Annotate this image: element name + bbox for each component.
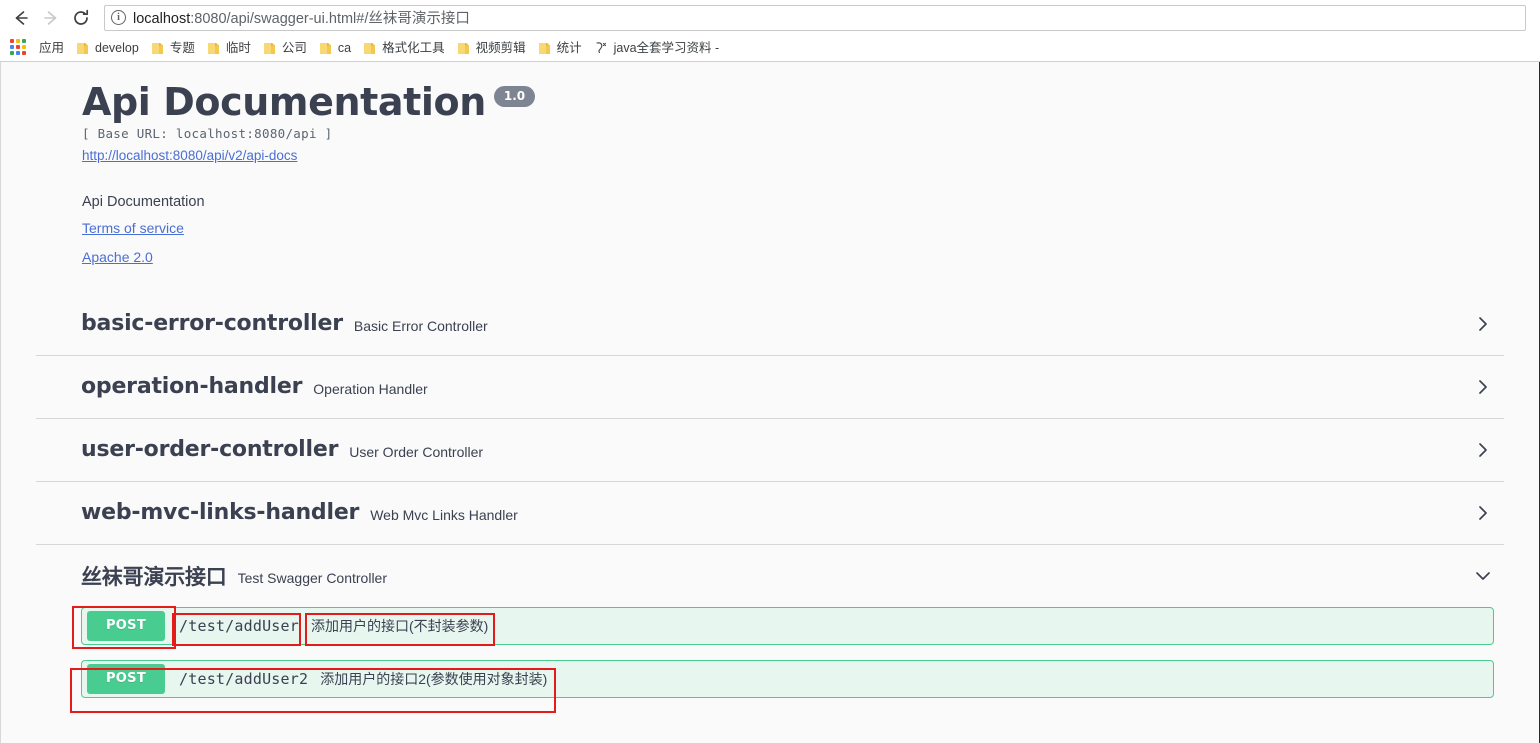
tag-name: 丝袜哥演示接口 <box>81 564 227 589</box>
chevron-down-icon[interactable] <box>1472 565 1494 587</box>
terms-of-service-link[interactable]: Terms of service <box>82 220 1539 236</box>
chevron-right-icon[interactable] <box>1472 376 1494 398</box>
tag-name: operation-handler <box>81 374 303 400</box>
bookmark-item-apps[interactable]: 应用 <box>34 40 69 57</box>
folder-icon <box>263 42 276 55</box>
address-bar[interactable]: i localhost:8080/api/swagger-ui.html#/丝袜… <box>104 4 1526 31</box>
chevron-right-icon[interactable] <box>1472 313 1494 335</box>
tag-description: Test Swagger Controller <box>237 569 388 586</box>
tag-section-operation-handler: operation-handler Operation Handler <box>36 356 1504 419</box>
bookmark-item-java-materials[interactable]: java全套学习资料 - <box>589 39 725 57</box>
bookmark-item-linshi[interactable]: 临时 <box>202 40 256 57</box>
operation-row-add-user[interactable]: POST /test/addUser 添加用户的接口(不封装参数) <box>81 606 1494 645</box>
tag-description: User Order Controller <box>349 443 484 460</box>
bookmark-label: java全套学习资料 - <box>613 40 720 55</box>
reload-icon <box>71 8 91 28</box>
folder-icon <box>363 42 376 55</box>
bookmarks-bar: 应用 develop 专题 临时 公司 ca 格式化工具 视频剪辑 统计 jav… <box>0 35 1540 61</box>
bookmark-item-zhuanti[interactable]: 专题 <box>146 40 200 57</box>
operation-list: POST /test/addUser 添加用户的接口(不封装参数) POST /… <box>36 606 1504 698</box>
chevron-right-icon[interactable] <box>1472 439 1494 461</box>
url-host: localhost <box>133 11 191 27</box>
base-url-text: [ Base URL: localhost:8080/api ] <box>82 125 333 141</box>
browser-chrome: i localhost:8080/api/swagger-ui.html#/丝袜… <box>0 0 1540 62</box>
api-docs-link[interactable]: http://localhost:8080/api/v2/api-docs <box>82 148 297 163</box>
tag-header-web-mvc-links-handler[interactable]: web-mvc-links-handler Web Mvc Links Hand… <box>36 482 1504 544</box>
tag-header-operation-handler[interactable]: operation-handler Operation Handler <box>36 356 1504 418</box>
bookmark-label: ca <box>337 40 352 55</box>
bookmark-label: 视频剪辑 <box>475 40 526 55</box>
bookmark-label: 专题 <box>169 40 195 55</box>
operation-summary: 添加用户的接口(不封装参数) <box>311 617 489 634</box>
tag-description: Web Mvc Links Handler <box>370 506 518 523</box>
folder-icon <box>457 42 470 55</box>
browser-toolbar: i localhost:8080/api/swagger-ui.html#/丝袜… <box>0 0 1540 35</box>
tag-header-basic-error-controller[interactable]: basic-error-controller Basic Error Contr… <box>36 293 1504 355</box>
version-badge: 1.0 <box>493 86 536 108</box>
chevron-right-icon[interactable] <box>1472 502 1494 524</box>
apps-grid-icon[interactable] <box>10 39 28 57</box>
api-title-row: Api Documentation 1.0 <box>82 80 1539 125</box>
bookmark-item-gongsi[interactable]: 公司 <box>258 40 312 57</box>
bookmark-label: 应用 <box>39 40 65 55</box>
url-path: :8080/api/swagger-ui.html#/丝袜哥演示接口 <box>190 11 470 27</box>
tag-name: user-order-controller <box>81 437 339 463</box>
forward-button[interactable] <box>36 3 66 33</box>
back-button[interactable] <box>6 3 36 33</box>
bookmark-label: 公司 <box>281 40 307 55</box>
address-bar-text: localhost:8080/api/swagger-ui.html#/丝袜哥演… <box>133 7 470 28</box>
tag-name: basic-error-controller <box>81 311 343 337</box>
bookmark-item-develop[interactable]: develop <box>71 40 144 57</box>
tag-name: web-mvc-links-handler <box>81 500 360 526</box>
operation-row-add-user2[interactable]: POST /test/addUser2 添加用户的接口2(参数使用对象封装) <box>81 659 1494 698</box>
tag-header-test-swagger-controller[interactable]: 丝袜哥演示接口 Test Swagger Controller <box>36 545 1504 607</box>
bookmark-label: 临时 <box>225 40 251 55</box>
arrow-right-icon <box>41 8 61 28</box>
folder-icon <box>538 42 551 55</box>
info-circle-icon[interactable]: i <box>111 10 126 25</box>
bookmark-item-ca[interactable]: ca <box>314 40 356 57</box>
arrow-left-icon <box>11 8 31 28</box>
bookmark-link-icon <box>594 41 608 55</box>
tag-section-test-swagger-controller: 丝袜哥演示接口 Test Swagger Controller POST /te… <box>36 545 1504 698</box>
bookmark-label: 统计 <box>556 40 582 55</box>
operation-summary: 添加用户的接口2(参数使用对象封装) <box>320 670 548 687</box>
folder-icon <box>319 42 332 55</box>
page-title: Api Documentation <box>82 80 486 124</box>
tag-header-user-order-controller[interactable]: user-order-controller User Order Control… <box>36 419 1504 481</box>
tag-description: Basic Error Controller <box>353 317 488 334</box>
operation-path: /test/addUser <box>179 616 299 635</box>
api-info-block: Api Documentation 1.0 [ Base URL: localh… <box>1 62 1539 265</box>
tag-list: basic-error-controller Basic Error Contr… <box>1 293 1539 698</box>
tag-section-basic-error-controller: basic-error-controller Basic Error Contr… <box>36 293 1504 356</box>
bookmark-item-statistics[interactable]: 统计 <box>533 40 587 57</box>
swagger-ui: Api Documentation 1.0 [ Base URL: localh… <box>1 62 1539 743</box>
folder-icon <box>76 42 89 55</box>
tag-section-user-order-controller: user-order-controller User Order Control… <box>36 419 1504 482</box>
bookmark-item-video-editing[interactable]: 视频剪辑 <box>452 40 531 57</box>
bookmark-label: develop <box>95 40 139 55</box>
page-viewport: Api Documentation 1.0 [ Base URL: localh… <box>0 62 1540 743</box>
api-info-links: Terms of service Apache 2.0 <box>82 220 1539 265</box>
bookmark-item-format-tools[interactable]: 格式化工具 <box>358 40 450 57</box>
http-method-badge: POST <box>87 610 165 641</box>
folder-icon <box>207 42 220 55</box>
operation-path: /test/addUser2 <box>179 669 309 688</box>
bookmark-label: 格式化工具 <box>382 40 445 55</box>
reload-button[interactable] <box>66 3 96 33</box>
api-description: Api Documentation <box>82 193 205 210</box>
folder-icon <box>151 42 164 55</box>
tag-section-web-mvc-links-handler: web-mvc-links-handler Web Mvc Links Hand… <box>36 482 1504 545</box>
http-method-badge: POST <box>87 663 165 694</box>
tag-description: Operation Handler <box>313 380 428 397</box>
license-link[interactable]: Apache 2.0 <box>82 249 1539 265</box>
